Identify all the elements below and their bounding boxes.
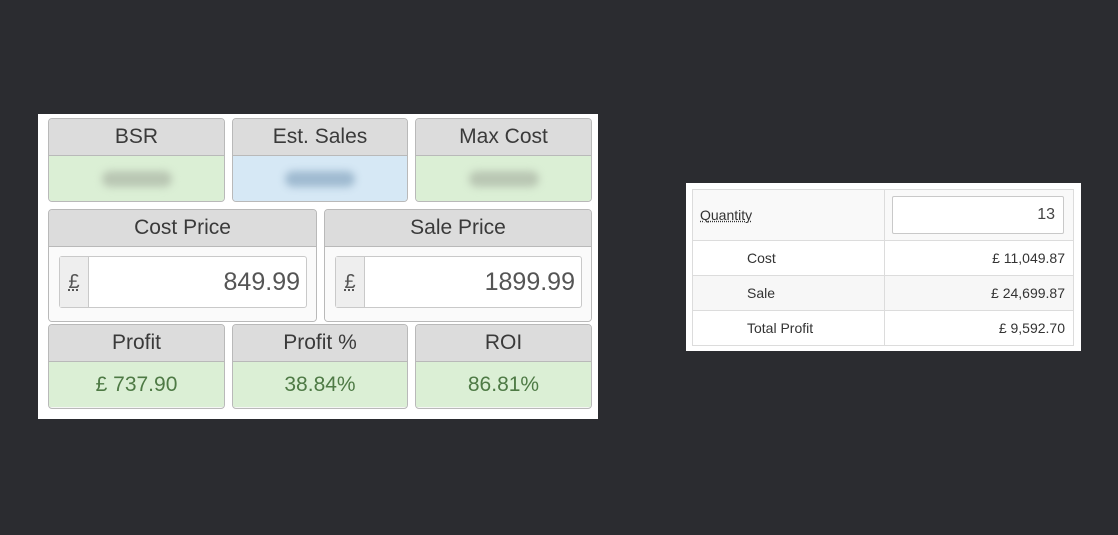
cost-price-label: Cost Price [49,210,316,247]
table-row: Quantity 13 [692,189,1074,241]
max-cost-label: Max Cost [416,119,591,156]
total-profit-label: Total Profit [692,310,885,346]
roi-card: ROI 86.81% [415,324,592,409]
blurred-value [101,171,172,188]
quantity-input[interactable]: 13 [892,196,1064,234]
sale-value: £ 24,699.87 [884,275,1074,311]
blurred-value [285,171,355,188]
est-sales-label: Est. Sales [233,119,407,156]
cost-price-value[interactable]: 849.99 [224,257,300,307]
sale-label: Sale [692,275,885,311]
sale-price-label: Sale Price [325,210,591,247]
est-sales-card: Est. Sales [232,118,408,202]
cost-price-input[interactable]: £ 849.99 [59,256,307,308]
cost-label: Cost [692,240,885,276]
cost-price-card: Cost Price £ 849.99 [48,209,317,322]
max-cost-card: Max Cost [415,118,592,202]
quantity-label: Quantity [700,207,753,223]
quantity-panel: Quantity 13 Cost £ 11,049.87 Sale £ 24,6… [686,183,1081,351]
profit-percent-card: Profit % 38.84% [232,324,408,409]
bsr-value-redacted [49,156,224,201]
cost-value: £ 11,049.87 [884,240,1074,276]
blurred-value [468,171,539,188]
table-row: Cost £ 11,049.87 [692,240,1074,276]
profit-card: Profit £ 737.90 [48,324,225,409]
roi-value: 86.81% [416,362,591,407]
table-row: Total Profit £ 9,592.70 [692,310,1074,346]
currency-symbol: £ [336,257,365,307]
sale-price-card: Sale Price £ 1899.99 [324,209,592,322]
sale-price-value[interactable]: 1899.99 [485,257,575,307]
est-sales-value-redacted [233,156,407,201]
profit-value: £ 737.90 [49,362,224,407]
quantity-table: Quantity 13 Cost £ 11,049.87 Sale £ 24,6… [692,189,1074,346]
total-profit-value: £ 9,592.70 [884,310,1074,346]
profit-percent-label: Profit % [233,325,407,362]
table-row: Sale £ 24,699.87 [692,275,1074,311]
profit-label: Profit [49,325,224,362]
bsr-label: BSR [49,119,224,156]
profit-percent-value: 38.84% [233,362,407,407]
max-cost-value-redacted [416,156,591,201]
roi-label: ROI [416,325,591,362]
bsr-card: BSR [48,118,225,202]
sale-price-input[interactable]: £ 1899.99 [335,256,582,308]
profit-calculator-panel: BSR Est. Sales Max Cost Cost Price £ 849… [38,114,598,419]
currency-symbol: £ [60,257,89,307]
